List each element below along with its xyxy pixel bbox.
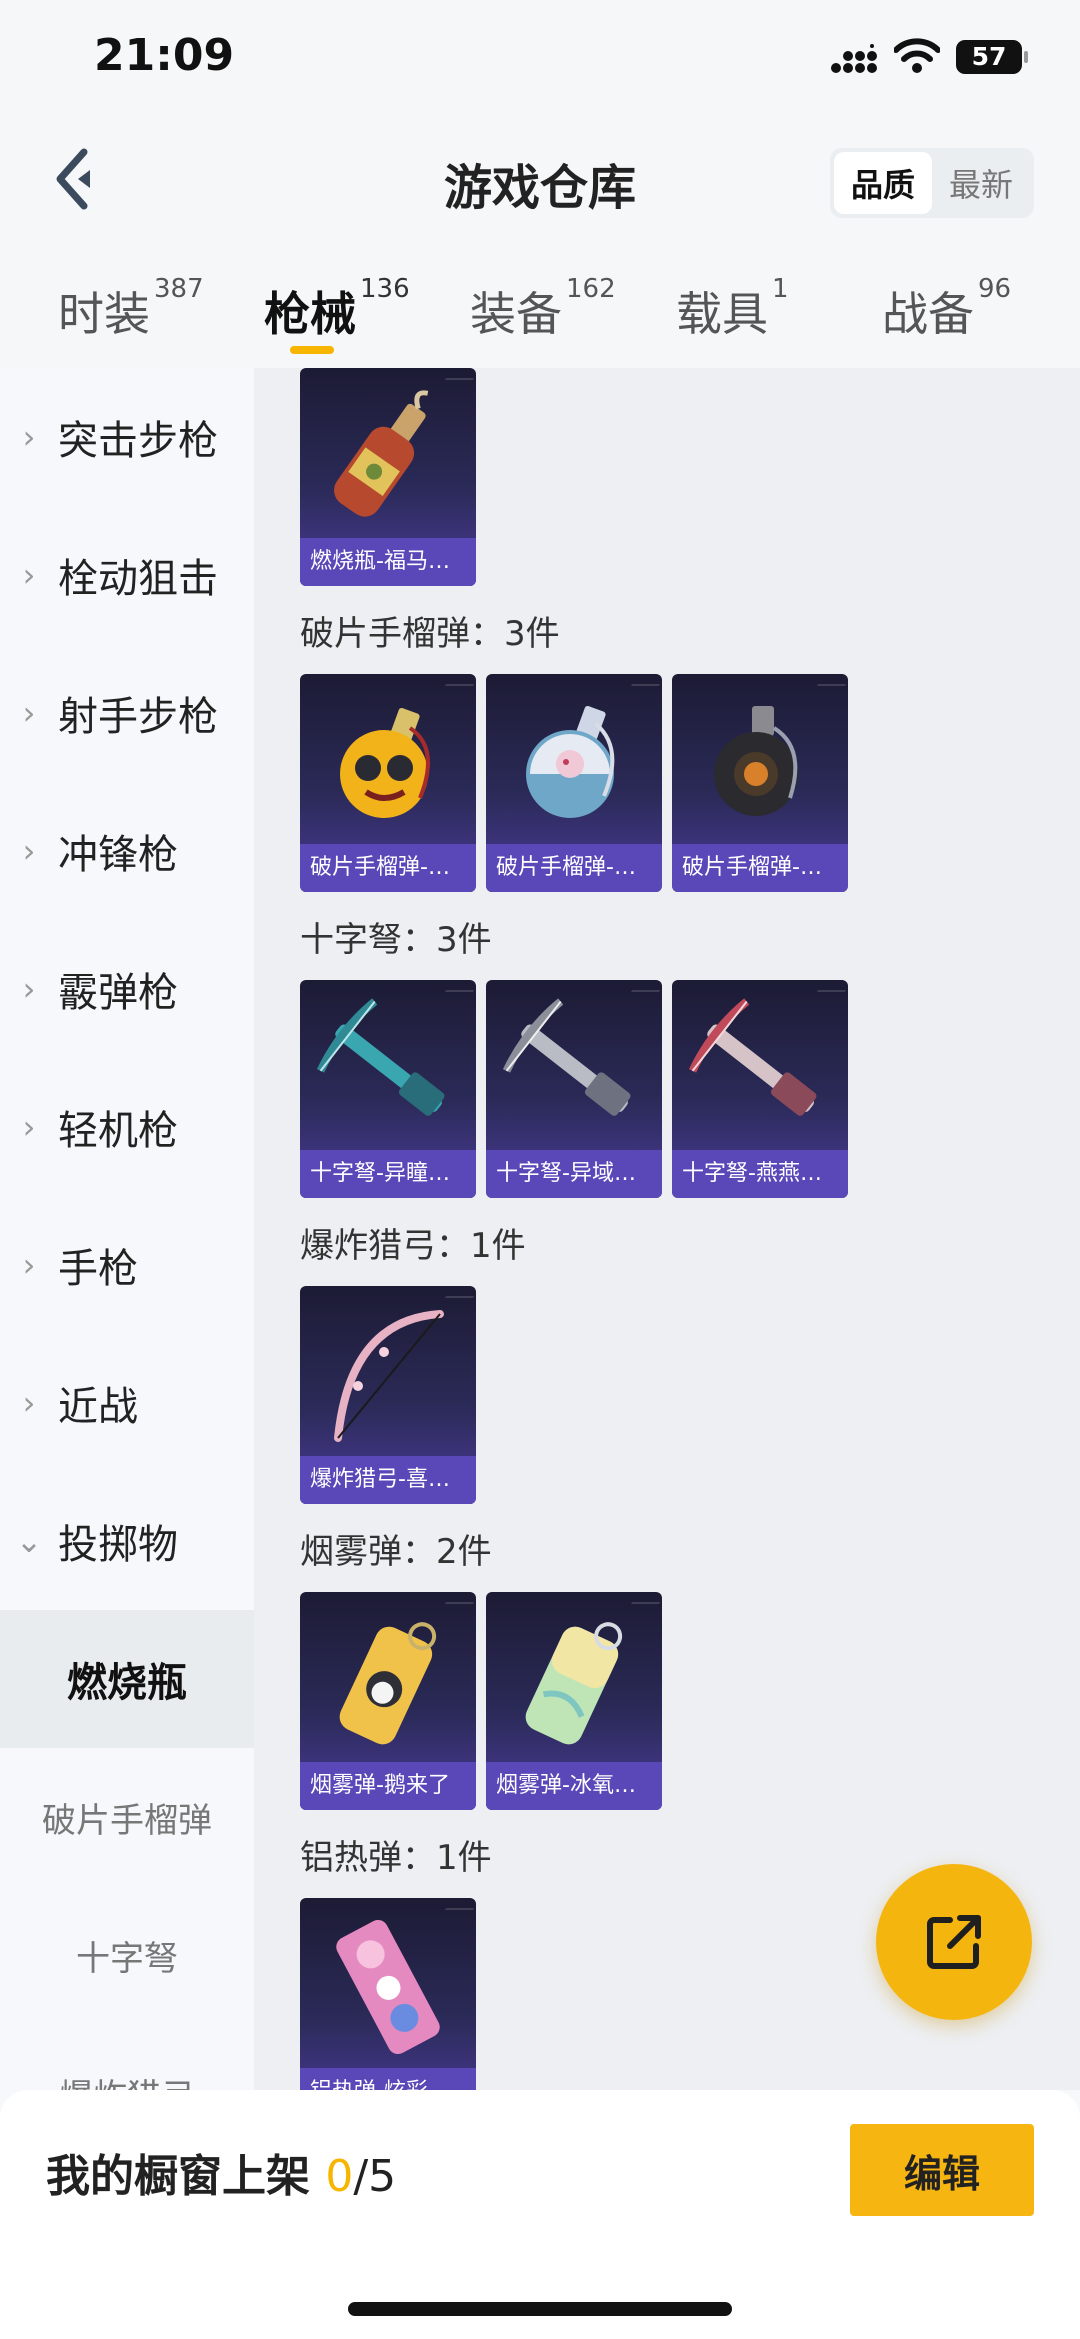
chevron-right-icon: › — [22, 832, 36, 870]
grenade-yellow-icon — [340, 707, 430, 818]
signal-icon — [831, 44, 877, 73]
item-card-label: 破片手榴弹-… — [672, 844, 848, 892]
showcase-max: 5 — [368, 2151, 397, 2202]
chevron-right-icon: › — [22, 418, 36, 456]
item-card[interactable]: 破片手榴弹-… — [486, 674, 662, 892]
sidebar-subitem-molotov[interactable]: 燃烧瓶 — [0, 1610, 254, 1748]
item-card-label: 破片手榴弹-… — [486, 844, 662, 892]
item-card-label: 十字弩-异瞳… — [300, 1150, 476, 1198]
item-card-label: 破片手榴弹-… — [300, 844, 476, 892]
sidebar: › 突击步枪 › 栓动狙击 › 射手步枪 › 冲锋枪 › 霰弹枪 › 轻机枪 › 手枪 › 近战… — [0, 368, 254, 2090]
chevron-down-icon: ⌄ — [15, 1522, 43, 1560]
sidebar-item-lmg[interactable]: › 轻机枪 — [0, 1058, 254, 1196]
external-link-icon — [927, 1915, 981, 1969]
item-card[interactable]: 烟雾弹-鹅来了 — [300, 1592, 476, 1810]
tab-equipment[interactable]: 装备 162 — [470, 274, 616, 344]
sort-toggle: 品质 最新 — [830, 148, 1034, 218]
active-tab-indicator — [290, 346, 334, 354]
item-card-label: 十字弩-燕燕… — [672, 1150, 848, 1198]
item-card[interactable]: 十字弩-燕燕… — [672, 980, 848, 1198]
smoke-yellow-icon — [339, 1622, 437, 1745]
item-card[interactable]: 破片手榴弹-… — [672, 674, 848, 892]
sidebar-subitem-explosive-bow[interactable]: 爆炸猎弓 — [0, 2024, 254, 2091]
sidebar-item-pistol[interactable]: › 手枪 — [0, 1196, 254, 1334]
group-title: 烟雾弹：2件 — [300, 1532, 492, 1572]
sidebar-subitem-crossbow[interactable]: 十字弩 — [0, 1886, 254, 2024]
item-card[interactable]: 十字弩-异瞳… — [300, 980, 476, 1198]
item-card-label: 十字弩-异域… — [486, 1150, 662, 1198]
chevron-right-icon: › — [22, 694, 36, 732]
smoke-green-icon — [525, 1622, 623, 1745]
item-card[interactable]: 爆炸猎弓-喜… — [300, 1286, 476, 1504]
tab-fashion[interactable]: 时装 387 — [58, 274, 204, 344]
chevron-right-icon: › — [22, 1108, 36, 1146]
molotov-icon — [334, 390, 429, 517]
group-title: 铝热弹：1件 — [300, 1838, 492, 1878]
chevron-right-icon: › — [22, 556, 36, 594]
wifi-icon — [894, 38, 940, 73]
item-card[interactable]: 烟雾弹-冰氧… — [486, 1592, 662, 1810]
group-title: 破片手榴弹：3件 — [300, 614, 560, 654]
item-card[interactable]: 铝热弹-炫彩… — [300, 1898, 476, 2090]
status-time: 21:09 — [94, 30, 235, 81]
sidebar-item-shotgun[interactable]: › 霰弹枪 — [0, 920, 254, 1058]
grenade-white-icon — [526, 705, 615, 818]
showcase-status: 我的橱窗上架 0/5 — [46, 2151, 397, 2202]
sort-quality-button[interactable]: 品质 — [834, 152, 932, 214]
crossbow-teal-icon — [316, 998, 445, 1116]
item-card[interactable]: 十字弩-异域… — [486, 980, 662, 1198]
item-card[interactable]: 破片手榴弹-… — [300, 674, 476, 892]
showcase-count: 0 — [325, 2151, 354, 2202]
sidebar-item-bolt-sniper[interactable]: › 栓动狙击 — [0, 506, 254, 644]
chevron-right-icon: › — [22, 1246, 36, 1284]
item-card-label: 铝热弹-炫彩… — [300, 2068, 476, 2090]
battery-icon: 57 — [956, 40, 1028, 74]
tab-guns[interactable]: 枪械 136 — [264, 274, 410, 344]
thermite-icon — [336, 1919, 440, 2055]
group-title: 爆炸猎弓：1件 — [300, 1226, 526, 1266]
item-card-label: 烟雾弹-冰氧… — [486, 1762, 662, 1810]
category-tabs: 时装 387 枪械 136 装备 162 载具 1 战备 96 — [0, 240, 1080, 368]
battery-level: 57 — [971, 42, 1007, 71]
sidebar-item-smg[interactable]: › 冲锋枪 — [0, 782, 254, 920]
sidebar-subitem-frag-grenade[interactable]: 破片手榴弹 — [0, 1748, 254, 1886]
nav-bar: 游戏仓库 品质 最新 — [0, 120, 1080, 240]
item-grid: 燃烧瓶-福马… 破片手榴弹：3件 破片手榴弹-… 破片手榴弹-… 破片手榴弹-…… — [254, 368, 1080, 2090]
tab-supplies[interactable]: 战备 96 — [882, 274, 1011, 344]
sidebar-item-melee[interactable]: › 近战 — [0, 1334, 254, 1472]
item-card-label: 爆炸猎弓-喜… — [300, 1456, 476, 1504]
sidebar-item-marksman-rifle[interactable]: › 射手步枪 — [0, 644, 254, 782]
sidebar-item-throwables[interactable]: ⌄ 投掷物 — [0, 1472, 254, 1610]
grenade-black-icon — [714, 706, 798, 816]
bow-icon — [334, 1310, 444, 1442]
home-indicator — [348, 2302, 732, 2316]
sort-latest-button[interactable]: 最新 — [932, 152, 1030, 214]
item-card-label: 燃烧瓶-福马… — [300, 538, 476, 586]
sidebar-item-assault-rifle[interactable]: › 突击步枪 — [0, 368, 254, 506]
chevron-right-icon: › — [22, 1384, 36, 1422]
item-card[interactable]: 燃烧瓶-福马… — [300, 368, 476, 586]
edit-button[interactable]: 编辑 — [850, 2124, 1034, 2216]
crossbow-pink-icon — [688, 998, 817, 1116]
crossbow-gray-icon — [502, 998, 631, 1116]
status-bar: 21:09 57 — [0, 0, 1080, 120]
tab-vehicles[interactable]: 载具 1 — [676, 274, 789, 344]
group-title: 十字弩：3件 — [300, 920, 492, 960]
chevron-right-icon: › — [22, 970, 36, 1008]
item-card-label: 烟雾弹-鹅来了 — [300, 1762, 476, 1810]
share-button[interactable] — [876, 1864, 1032, 2020]
